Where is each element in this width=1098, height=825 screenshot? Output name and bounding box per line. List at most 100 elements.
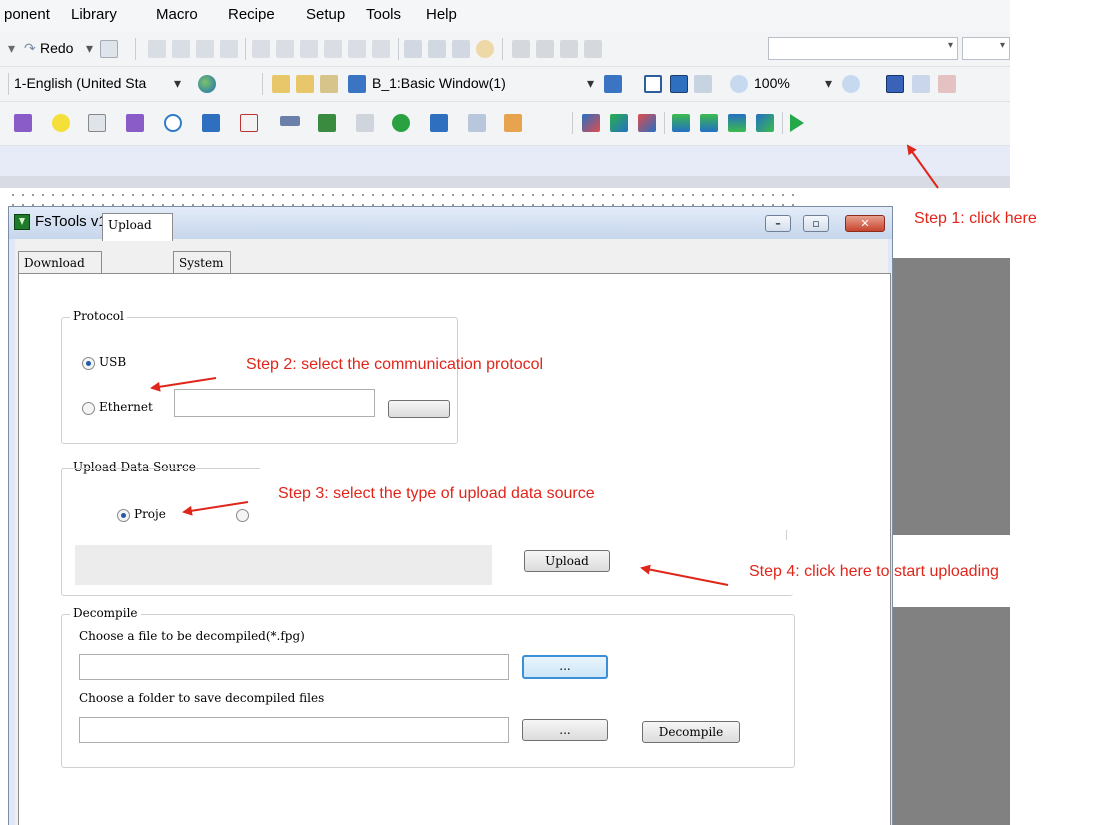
upload-button[interactable]: Upload <box>524 550 610 572</box>
paste-icon[interactable] <box>560 40 578 58</box>
table-icon[interactable] <box>202 114 220 132</box>
font-combo[interactable]: ▾ <box>768 37 958 60</box>
magnet-icon[interactable] <box>938 75 956 93</box>
macro-icon[interactable] <box>504 114 522 132</box>
download-icon[interactable] <box>672 114 690 132</box>
minimize-button[interactable]: – <box>765 215 791 232</box>
window-display-icon[interactable] <box>670 75 688 93</box>
align-left-icon[interactable] <box>252 40 270 58</box>
goto-window-icon[interactable] <box>604 75 622 93</box>
window-settings-icon[interactable] <box>320 75 338 93</box>
clipboard-icon[interactable] <box>468 114 486 132</box>
palette-icon[interactable] <box>476 40 494 58</box>
chevron-down-icon[interactable]: ▾ <box>174 75 181 92</box>
decompile-folder-input[interactable] <box>79 717 509 743</box>
step1-annotation: Step 1: click here <box>914 210 1037 227</box>
zoom-combo[interactable]: 100% <box>754 75 790 91</box>
browse-folder-button[interactable]: ... <box>522 719 608 741</box>
bit-lamp-icon[interactable] <box>14 114 32 132</box>
group-icon[interactable] <box>428 40 446 58</box>
minimize-icon: – <box>775 217 781 230</box>
maximize-button[interactable]: ▫ <box>803 215 829 232</box>
size-combo[interactable]: ▾ <box>962 37 1010 60</box>
data-table-icon[interactable] <box>318 114 336 132</box>
tab-system[interactable]: System <box>173 251 231 275</box>
download-usb-icon[interactable] <box>700 114 718 132</box>
ip-address-input[interactable] <box>174 389 375 417</box>
redo-button[interactable]: Redo <box>40 40 73 56</box>
usb-label: USB <box>99 355 127 369</box>
menu-help[interactable]: Help <box>426 6 457 23</box>
menu-bar: ponent Library Macro Recipe Setup Tools … <box>0 0 1010 32</box>
menu-recipe[interactable]: Recipe <box>228 6 275 23</box>
compile-icon[interactable] <box>582 114 600 132</box>
distribute-icon[interactable] <box>372 40 390 58</box>
window-link-icon[interactable] <box>694 75 712 93</box>
toolbar-separator <box>398 38 399 60</box>
window-select-icon[interactable] <box>348 75 366 93</box>
snap-icon[interactable] <box>912 75 930 93</box>
menu-tools[interactable]: Tools <box>366 6 401 23</box>
menu-component[interactable]: ponent <box>4 6 50 23</box>
ungroup-icon[interactable] <box>452 40 470 58</box>
menu-setup[interactable]: Setup <box>306 6 345 23</box>
tab-upload[interactable]: Upload <box>102 213 173 241</box>
decompile-file-input[interactable] <box>79 654 509 680</box>
run-simulation-icon[interactable] <box>790 114 804 132</box>
step3-annotation: Step 3: select the type of upload data s… <box>278 485 595 502</box>
light-bulb-icon[interactable] <box>52 114 70 132</box>
word-lamp-icon[interactable] <box>126 114 144 132</box>
align-right-icon[interactable] <box>300 40 318 58</box>
move-icon[interactable] <box>392 114 410 132</box>
language-combo[interactable]: 1-English (United Sta <box>14 75 146 91</box>
upload-tool-icon[interactable] <box>756 114 774 132</box>
chevron-down-icon[interactable]: ▾ <box>587 75 594 92</box>
other-source-radio[interactable] <box>236 509 249 522</box>
menu-macro[interactable]: Macro <box>156 6 198 23</box>
redo-dropdown-icon[interactable]: ▾ <box>86 40 93 57</box>
redo-icon[interactable]: ↷ <box>24 40 36 57</box>
window-combo[interactable]: B_1:Basic Window(1) <box>372 75 506 91</box>
decompile-legend: Decompile <box>70 606 141 620</box>
decompile-button[interactable]: Decompile <box>642 721 740 743</box>
close-button[interactable]: ✕ <box>845 215 885 232</box>
window-open-icon[interactable] <box>296 75 314 93</box>
trend-chart-icon[interactable] <box>240 114 258 132</box>
project-radio[interactable] <box>117 509 130 522</box>
copy-icon[interactable] <box>536 40 554 58</box>
menu-library[interactable]: Library <box>71 6 117 23</box>
compile-clean-icon[interactable] <box>638 114 656 132</box>
window-frame-icon[interactable] <box>644 75 662 93</box>
copy-icon[interactable] <box>512 40 530 58</box>
globe-icon[interactable] <box>198 75 216 93</box>
ethernet-label: Ethernet <box>99 400 153 414</box>
align-bottom-icon[interactable] <box>220 40 238 58</box>
window-new-icon[interactable] <box>272 75 290 93</box>
chevron-down-icon[interactable]: ▾ <box>825 75 832 92</box>
align-center-icon[interactable] <box>276 40 294 58</box>
text-format-icon[interactable] <box>100 40 118 58</box>
align-middle-icon[interactable] <box>324 40 342 58</box>
align-grid-icon[interactable] <box>172 40 190 58</box>
numeric-input-icon[interactable] <box>88 114 106 132</box>
upload-icon[interactable] <box>728 114 746 132</box>
group-icon[interactable] <box>404 40 422 58</box>
ethernet-radio[interactable] <box>82 402 95 415</box>
slider-icon[interactable] <box>356 114 374 132</box>
zoom-in-icon[interactable] <box>730 75 748 93</box>
scan-button[interactable] <box>388 400 450 418</box>
grid-icon[interactable] <box>886 75 904 93</box>
bar-graph-icon[interactable] <box>280 116 300 126</box>
paste-icon[interactable] <box>584 40 602 58</box>
zoom-out-icon[interactable] <box>842 75 860 93</box>
align-grid-icon[interactable] <box>148 40 166 58</box>
align-top-icon[interactable] <box>196 40 214 58</box>
compile-all-icon[interactable] <box>610 114 628 132</box>
clock-icon[interactable] <box>164 114 182 132</box>
undo-dropdown-icon[interactable]: ▾ <box>8 40 15 57</box>
distribute-icon[interactable] <box>348 40 366 58</box>
browse-file-button[interactable]: ... <box>522 655 608 679</box>
tab-download[interactable]: Download <box>18 251 102 275</box>
usb-radio[interactable] <box>82 357 95 370</box>
function-key-icon[interactable] <box>430 114 448 132</box>
